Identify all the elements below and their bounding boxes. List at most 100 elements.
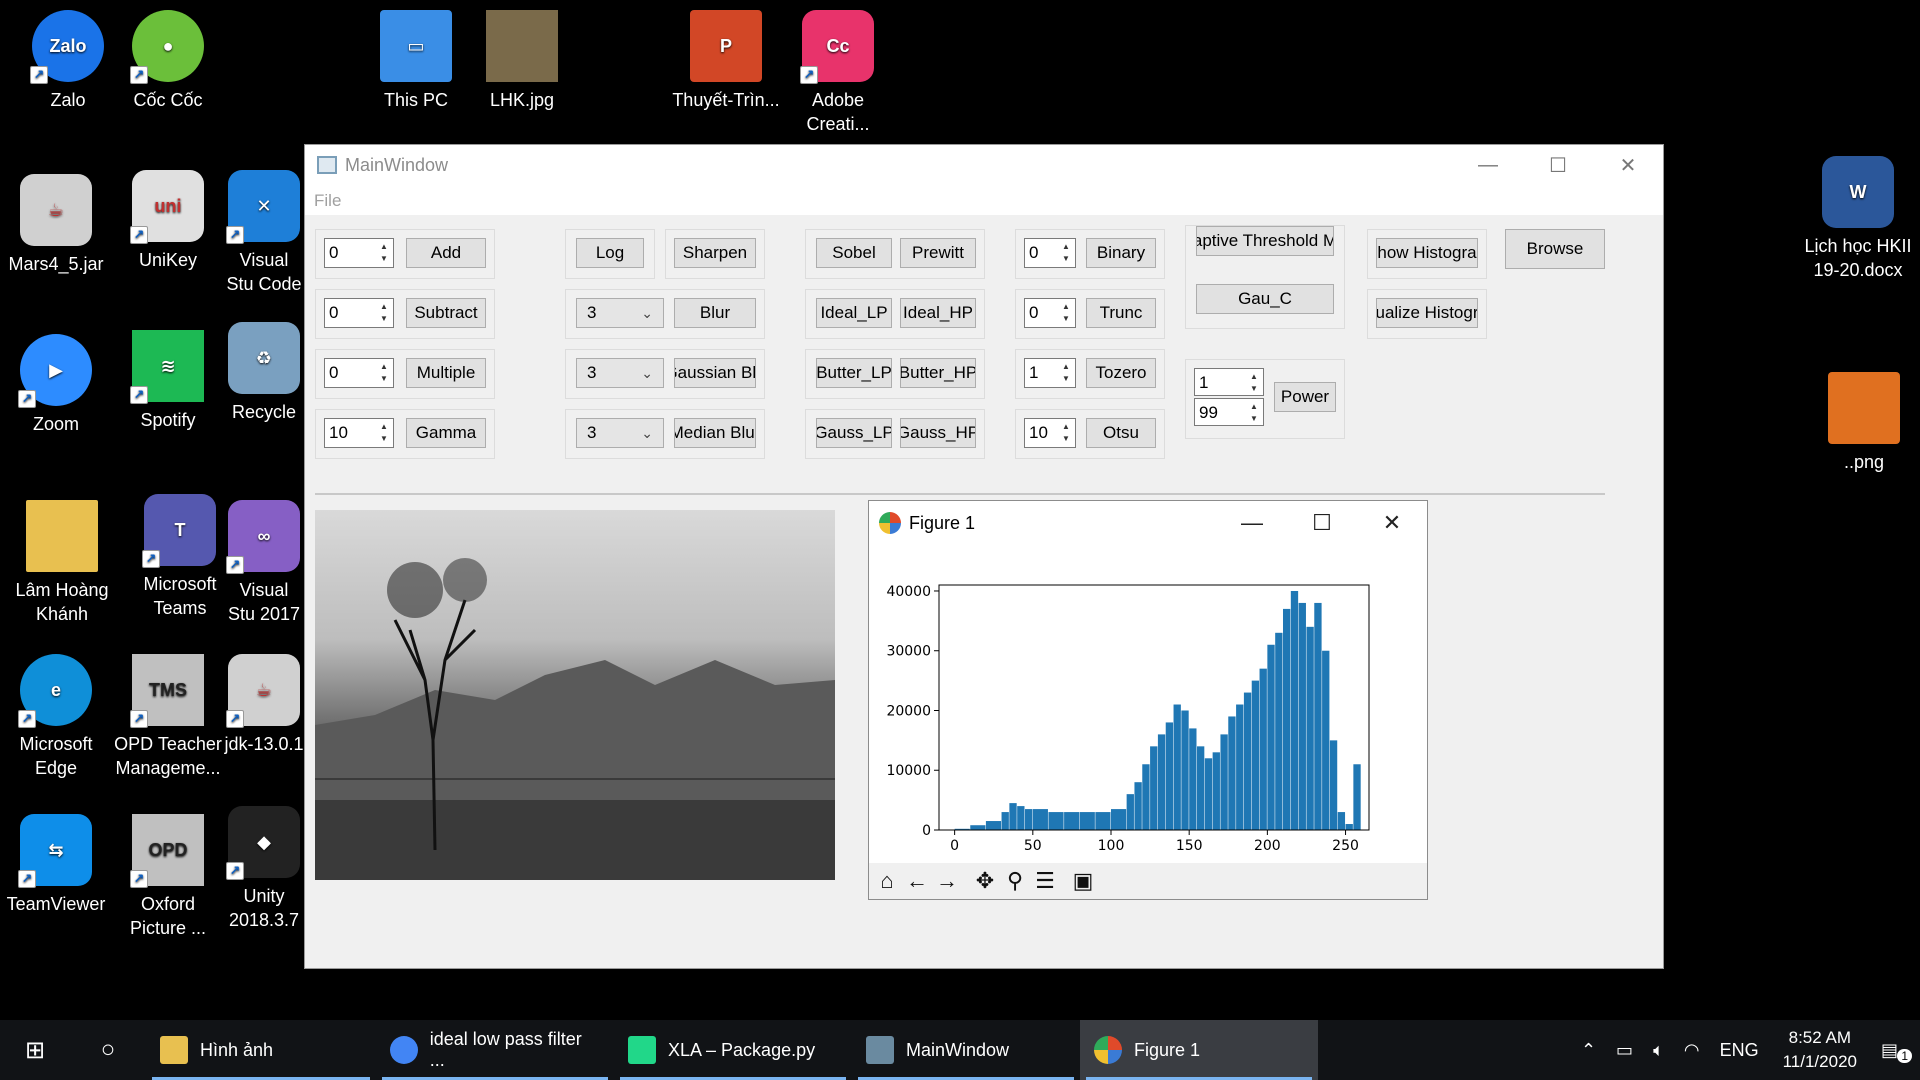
binary-button[interactable]: Binary (1086, 238, 1156, 268)
butter-lp-button[interactable]: Butter_LP (816, 358, 892, 388)
zoom-icon[interactable]: ⚲ (1001, 867, 1029, 895)
save-icon[interactable]: ▣ (1069, 867, 1097, 895)
taskbar-item-browser[interactable]: ideal low pass filter ... (376, 1020, 614, 1080)
figure-titlebar[interactable]: Figure 1 — ☐ ✕ (869, 501, 1427, 545)
cortana-button[interactable]: ○ (70, 1020, 146, 1080)
desktop-icon-spotify[interactable]: ≋ ↗ Spotify (112, 330, 224, 432)
taskbar-item-figure[interactable]: Figure 1 (1080, 1020, 1318, 1080)
gauss-hp-button[interactable]: Gauss_HP (900, 418, 976, 448)
median-kernel-select[interactable]: 3 ⌄ (576, 418, 664, 448)
multiple-value-spinbox[interactable]: 0 ▲ ▼ (324, 358, 394, 388)
spin-arrows-icon[interactable]: ▲ ▼ (1059, 361, 1073, 385)
desktop-icon-oxford[interactable]: OPD ↗ Oxford Picture ... (112, 814, 224, 940)
taskbar-item-explorer[interactable]: Hình ảnh (146, 1020, 376, 1080)
spin-arrows-icon[interactable]: ▲ ▼ (1247, 401, 1261, 423)
desktop-icon-teamviewer[interactable]: ⇆ ↗ TeamViewer (0, 814, 112, 916)
power-value2-spinbox[interactable]: 99 ▲ ▼ (1194, 398, 1264, 426)
close-icon[interactable]: ✕ (1357, 501, 1427, 545)
desktop-icon-recycle[interactable]: ♻ Recycle (224, 322, 304, 424)
wifi-icon[interactable]: ◠ (1674, 1040, 1710, 1061)
adaptive-threshold-button[interactable]: aptive Threshold M (1196, 226, 1334, 256)
desktop-icon-this-pc[interactable]: ▭ This PC (360, 10, 472, 112)
browse-button[interactable]: Browse (1505, 229, 1605, 269)
gaussian-kernel-select[interactable]: 3 ⌄ (576, 358, 664, 388)
configure-icon[interactable]: ☰ (1031, 867, 1059, 895)
power-button[interactable]: Power (1274, 382, 1336, 412)
desktop-icon-visual-studio[interactable]: ∞ ↗ Visual Stu 2017 (224, 500, 304, 626)
spin-arrows-icon[interactable]: ▲ ▼ (377, 421, 391, 445)
forward-icon[interactable]: → (933, 867, 961, 895)
desktop-icon-folder-lhk[interactable]: Lâm Hoàng Khánh (6, 500, 118, 626)
desktop-icon-unity[interactable]: ◆ ↗ Unity 2018.3.7 (224, 806, 304, 932)
tozero-button[interactable]: Tozero (1086, 358, 1156, 388)
spin-arrows-icon[interactable]: ▲ ▼ (1059, 241, 1073, 265)
spin-arrows-icon[interactable]: ▲ ▼ (1247, 371, 1261, 393)
desktop-icon-lhk-jpg[interactable]: LHK.jpg (466, 10, 578, 112)
power-value1-spinbox[interactable]: 1 ▲ ▼ (1194, 368, 1264, 396)
spin-arrows-icon[interactable]: ▲ ▼ (377, 301, 391, 325)
notification-icon[interactable]: ▤ 1 (1871, 1040, 1920, 1063)
blur-kernel-select[interactable]: 3 ⌄ (576, 298, 664, 328)
blur-button[interactable]: Blur (674, 298, 756, 328)
home-icon[interactable]: ⌂ (873, 867, 901, 895)
spin-arrows-icon[interactable]: ▲ ▼ (1059, 301, 1073, 325)
equalize-histogram-button[interactable]: ualize Histogr (1376, 298, 1478, 328)
desktop-icon-zoom[interactable]: ▶ ↗ Zoom (0, 334, 112, 436)
minimize-icon[interactable]: — (1453, 145, 1523, 185)
tozero-value-spinbox[interactable]: 1 ▲ ▼ (1024, 358, 1076, 388)
trunc-value-spinbox[interactable]: 0 ▲ ▼ (1024, 298, 1076, 328)
otsu-value-spinbox[interactable]: 10 ▲ ▼ (1024, 418, 1076, 448)
chevron-up-icon[interactable]: ⌃ (1571, 1040, 1606, 1061)
battery-icon[interactable]: ▭ (1606, 1040, 1643, 1061)
gamma-value-spinbox[interactable]: 10 ▲ ▼ (324, 418, 394, 448)
gamma-button[interactable]: Gamma (406, 418, 486, 448)
taskbar-item-pycharm[interactable]: XLA – Package.py (614, 1020, 852, 1080)
language-indicator[interactable]: ENG (1710, 1040, 1769, 1061)
prewitt-button[interactable]: Prewitt (900, 238, 976, 268)
back-icon[interactable]: ← (903, 867, 931, 895)
show-histogram-button[interactable]: how Histogra (1376, 238, 1478, 268)
desktop-icon-zalo[interactable]: Zalo ↗ Zalo (12, 10, 124, 112)
desktop-icon-adobe[interactable]: Cc ↗ Adobe Creati... (782, 10, 894, 136)
add-button[interactable]: Add (406, 238, 486, 268)
spin-arrows-icon[interactable]: ▲ ▼ (377, 241, 391, 265)
maximize-icon[interactable]: ☐ (1523, 145, 1593, 185)
volume-icon[interactable]: 🔈︎ (1643, 1040, 1674, 1061)
start-button[interactable]: ⊞ (0, 1020, 70, 1080)
trunc-button[interactable]: Trunc (1086, 298, 1156, 328)
spin-arrows-icon[interactable]: ▲ ▼ (377, 361, 391, 385)
gau-c-button[interactable]: Gau_C (1196, 284, 1334, 314)
desktop-icon-png[interactable]: ..png (1808, 372, 1920, 474)
ideal-lp-button[interactable]: Ideal_LP (816, 298, 892, 328)
desktop-icon-edge[interactable]: e ↗ Microsoft Edge (0, 654, 112, 780)
desktop-icon-teams[interactable]: T ↗ Microsoft Teams (124, 494, 236, 620)
taskbar-item-mainwindow[interactable]: MainWindow (852, 1020, 1080, 1080)
desktop-icon-word-doc[interactable]: W Lịch học HKII 19-20.docx (1802, 156, 1914, 282)
desktop-icon-jdk[interactable]: ☕ ↗ jdk-13.0.1 (224, 654, 304, 756)
ideal-hp-button[interactable]: Ideal_HP (900, 298, 976, 328)
close-icon[interactable]: ✕ (1593, 145, 1663, 185)
binary-value-spinbox[interactable]: 0 ▲ ▼ (1024, 238, 1076, 268)
sharpen-button[interactable]: Sharpen (674, 238, 756, 268)
menu-file[interactable]: File (314, 191, 341, 210)
desktop-icon-mars[interactable]: ☕ Mars4_5.jar (0, 174, 112, 276)
desktop-icon-coccoc[interactable]: ● ↗ Cốc Cốc (112, 10, 224, 112)
minimize-icon[interactable]: — (1217, 501, 1287, 545)
desktop-icon-powerpoint[interactable]: P Thuyết-Trìn... (670, 10, 782, 112)
log-button[interactable]: Log (576, 238, 644, 268)
subtract-button[interactable]: Subtract (406, 298, 486, 328)
gaussian-blur-button[interactable]: Gaussian Blu (674, 358, 756, 388)
main-window-titlebar[interactable]: MainWindow — ☐ ✕ (305, 145, 1663, 185)
add-value-spinbox[interactable]: 0 ▲ ▼ (324, 238, 394, 268)
sobel-button[interactable]: Sobel (816, 238, 892, 268)
otsu-button[interactable]: Otsu (1086, 418, 1156, 448)
gauss-lp-button[interactable]: Gauss_LP (816, 418, 892, 448)
desktop-icon-vscode[interactable]: ✕ ↗ Visual Stu Code (224, 170, 304, 296)
subtract-value-spinbox[interactable]: 0 ▲ ▼ (324, 298, 394, 328)
spin-arrows-icon[interactable]: ▲ ▼ (1059, 421, 1073, 445)
desktop-icon-opd-teacher[interactable]: TMS ↗ OPD Teacher Manageme... (112, 654, 224, 780)
median-blur-button[interactable]: Median Blur (674, 418, 756, 448)
maximize-icon[interactable]: ☐ (1287, 501, 1357, 545)
multiple-button[interactable]: Multiple (406, 358, 486, 388)
clock[interactable]: 8:52 AM 11/1/2020 (1769, 1026, 1871, 1074)
